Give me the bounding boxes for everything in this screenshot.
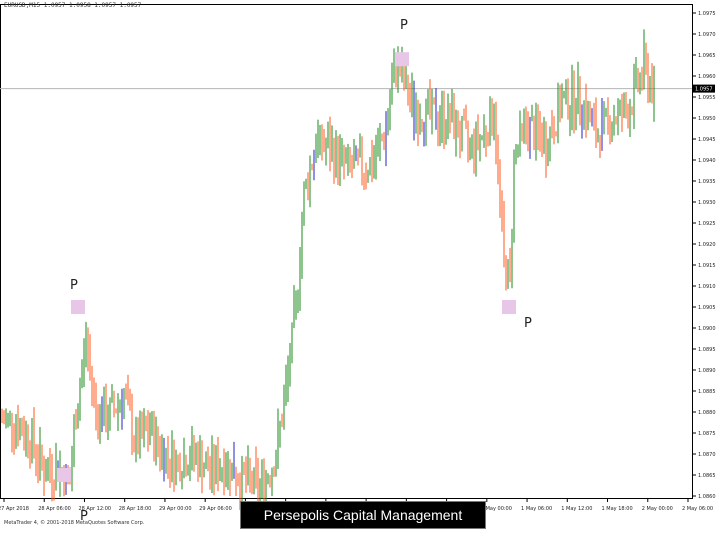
y-tick-label: 1.0880 [698,410,716,416]
y-tick-label: 1.0970 [698,32,716,38]
y-tick-label: 1.0910 [698,284,716,290]
y-tick-label: 1.0925 [698,221,716,227]
y-tick-label: 1.0875 [698,431,716,437]
y-tick-label: 1.0960 [698,74,716,80]
pivot-marker [395,52,409,67]
x-tick-label: 2 May 00:00 [642,506,673,512]
y-tick-label: 1.0940 [698,158,716,164]
pivot-label: P [70,278,78,293]
caption-text: Persepolis Capital Management [263,507,463,523]
y-tick-label: 1.0955 [698,95,716,101]
y-tick-label: 1.0890 [698,368,716,374]
x-tick-label: 29 Apr 00:00 [159,506,192,512]
copyright-text: MetaTrader 4, © 2001-2018 MetaQuotes Sof… [4,520,145,526]
chart-background [0,0,720,540]
y-tick-label: 1.0860 [698,494,716,500]
y-tick-label: 1.0865 [698,473,716,479]
caption-box: Persepolis Capital Management [240,501,486,529]
y-tick-label: 1.0950 [698,116,716,122]
y-tick-label: 1.0915 [698,263,716,269]
y-tick-label: 1.0900 [698,326,716,332]
x-tick-label: 1 May 18:00 [602,506,633,512]
y-tick-label: 1.0905 [698,305,716,311]
pivot-marker [57,468,71,482]
pivot-label: P [400,18,408,33]
current-price-label: 1.0957 [695,87,713,93]
price-chart: 1.0975 1.0970 1.0965 1.0960 1.0955 1.0950 1.09… [0,0,720,540]
x-tick-label: 29 Apr 06:00 [199,506,232,512]
x-tick-label: 27 Apr 2018 [0,506,29,512]
pivot-marker [502,300,516,314]
y-tick-label: 1.0935 [698,179,716,185]
pivot-marker [71,300,85,314]
pivot-label: P [524,316,532,331]
y-tick-label: 1.0870 [698,452,716,458]
x-tick-label: 1 May 12:00 [561,506,592,512]
y-tick-label: 1.0945 [698,137,716,143]
x-tick-label: 28 Apr 06:00 [38,506,71,512]
y-tick-label: 1.0965 [698,53,716,59]
x-tick-label: 1 May 06:00 [521,506,552,512]
x-tick-label: 2 May 06:00 [682,506,713,512]
y-tick-label: 1.0895 [698,347,716,353]
x-tick-label: 28 Apr 18:00 [119,506,152,512]
y-tick-label: 1.0930 [698,200,716,206]
y-tick-label: 1.0885 [698,389,716,395]
symbol-info: EURUSD,M15 1.0957 1.0958 1.0957 1.0957 [4,2,142,9]
y-tick-label: 1.0920 [698,242,716,248]
y-tick-label: 1.0975 [698,11,716,17]
